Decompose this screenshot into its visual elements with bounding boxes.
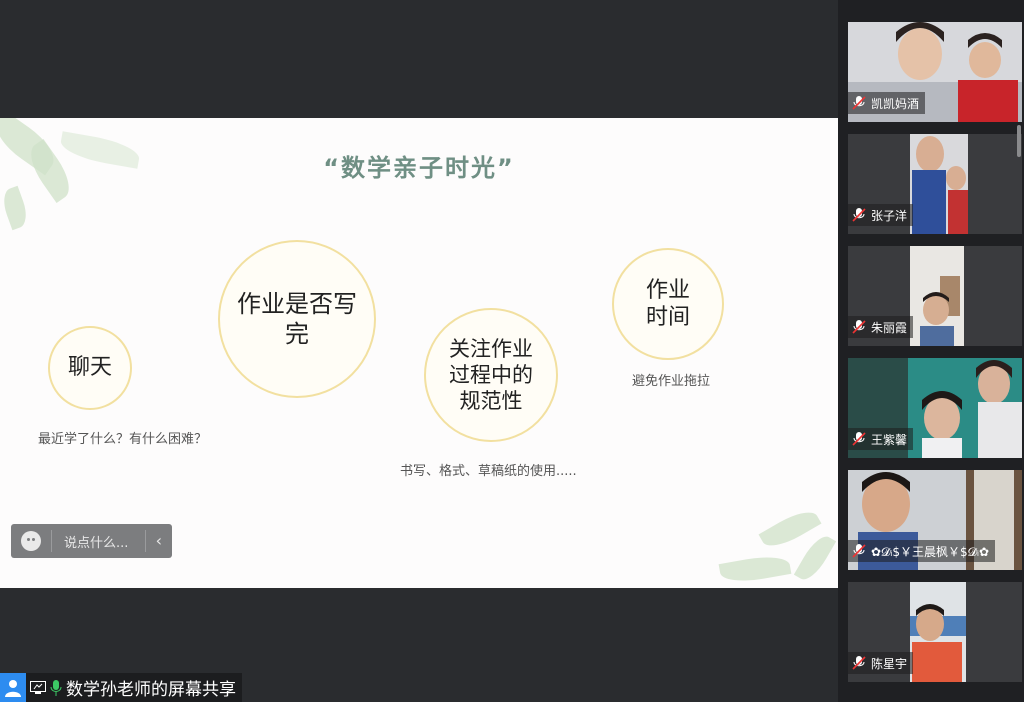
presentation-slide: “数学亲子时光” 聊天 作业是否写完 关注作业过程中的规范性 作业时间 最近学了… [0,118,838,588]
participant-name-tag: ✿𝓓ᵢ$￥王晨枫￥$𝓓ᵢ✿ [848,540,996,562]
participant-name: 凯凯妈酒 [871,96,920,111]
topic-circle-text: 作业是否写完 [237,290,357,348]
topic-caption: 最近学了什么？有什么困难？ [38,432,208,447]
chat-input[interactable]: 说点什么... [64,532,145,551]
participant-name: 王紫馨 [871,432,908,447]
collapse-chat-button[interactable]: ‹ [144,530,172,552]
participant-tile[interactable]: 张子洋 [848,134,1022,234]
participant-tile[interactable]: 凯凯妈酒 [848,22,1022,122]
divider [51,530,52,552]
microphone-muted-icon [852,96,866,110]
microphone-muted-icon [852,208,866,222]
participant-tile[interactable]: 朱丽霞 [848,246,1022,346]
participant-name-tag: 陈星宇 [848,652,914,674]
participant-name-tag: 张子洋 [848,204,914,226]
microphone-icon [50,679,62,696]
participant-name-tag: 王紫馨 [848,428,914,450]
share-label-box: 数学孙老师的屏幕共享 [26,673,242,702]
topic-circle-chat: 聊天 [48,326,132,410]
topic-caption: 避免作业拖拉 [632,374,711,389]
microphone-muted-icon [852,656,866,670]
participant-tile[interactable]: 王紫馨 [848,358,1022,458]
participant-name-tag: 凯凯妈酒 [848,92,926,114]
participant-name: 陈星宇 [871,656,908,671]
microphone-muted-icon [852,320,866,334]
chat-input-bar[interactable]: 说点什么... ‹ [11,524,172,558]
participant-tile[interactable]: ✿𝓓ᵢ$￥王晨枫￥$𝓓ᵢ✿ [848,470,1022,570]
leaf-decoration-icon [0,185,32,231]
emoji-icon[interactable] [21,531,41,551]
leaf-decoration-icon [718,552,792,586]
screen-share-icon [30,680,46,694]
topic-circle-homework-time: 作业时间 [612,248,724,360]
participant-name-tag: 朱丽霞 [848,316,914,338]
leaf-decoration-icon [793,531,837,585]
microphone-muted-icon [852,544,866,558]
topic-circle-text: 作业时间 [645,277,690,331]
share-label: 数学孙老师的屏幕共享 [66,680,236,700]
topic-caption: 书写、格式、草稿纸的使用..... [400,464,577,479]
screen-share-indicator: 数学孙老师的屏幕共享 [0,673,242,702]
slide-title: “数学亲子时光” [323,154,515,182]
user-icon[interactable] [0,673,26,702]
participant-tile[interactable]: 陈星宇 [848,582,1022,682]
participant-name: 张子洋 [871,208,908,223]
topic-circle-text: 聊天 [67,355,112,381]
participant-name: 朱丽霞 [871,320,908,335]
topic-circle-homework-standards: 关注作业过程中的规范性 [424,308,558,442]
participant-list: 凯凯妈酒 张子洋 朱丽霞 王紫馨 ✿𝓓ᵢ$￥王晨枫￥$𝓓ᵢ✿ 陈星宇 [838,0,1024,702]
topic-circle-text: 关注作业过程中的规范性 [449,336,533,414]
topic-circle-homework-done: 作业是否写完 [218,240,376,398]
participant-name: ✿𝓓ᵢ$￥王晨枫￥$𝓓ᵢ✿ [871,544,990,559]
sidebar-scrollbar[interactable] [1017,125,1021,157]
shared-screen-area: “数学亲子时光” 聊天 作业是否写完 关注作业过程中的规范性 作业时间 最近学了… [0,0,838,702]
microphone-muted-icon [852,432,866,446]
